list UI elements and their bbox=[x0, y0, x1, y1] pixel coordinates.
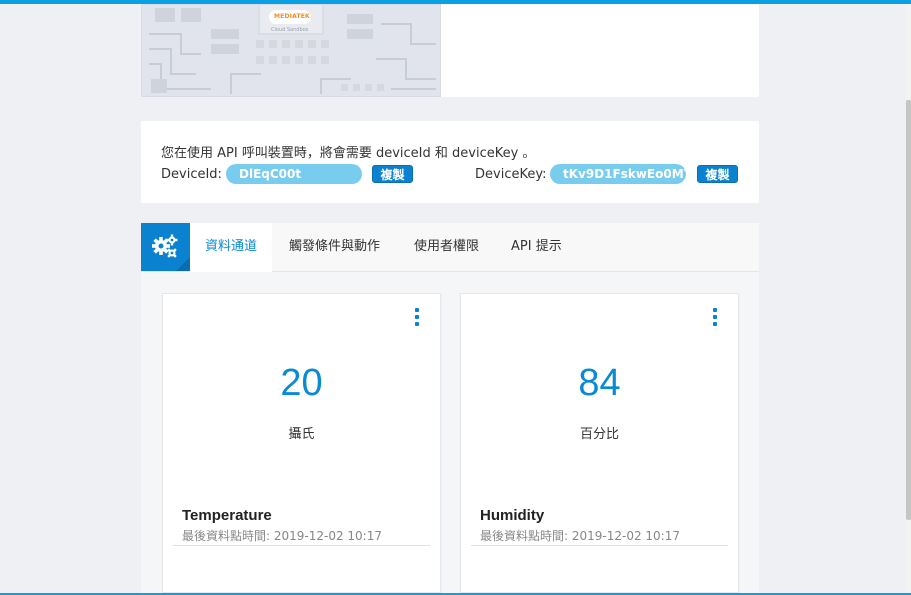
brand-sub-text: Cloud Sandbox bbox=[271, 27, 309, 33]
channel-value: 20 bbox=[280, 362, 323, 404]
tab-data-channels[interactable]: 資料通道 bbox=[190, 223, 272, 272]
channel-unit: 百分比 bbox=[579, 427, 619, 442]
channels-panel: 資料通道 觸發條件與動作 使用者權限 API 提示 20 攝氏 Temperat… bbox=[141, 223, 759, 595]
kebab-menu-icon[interactable] bbox=[710, 308, 720, 328]
kebab-menu-icon[interactable] bbox=[412, 308, 422, 328]
channel-value: 84 bbox=[578, 362, 621, 404]
device-key-label: DeviceKey: bbox=[475, 167, 547, 182]
gears-icon bbox=[141, 223, 190, 271]
copy-device-key-button[interactable]: 複製 bbox=[697, 165, 738, 183]
copy-device-id-button[interactable]: 複製 bbox=[372, 165, 413, 183]
credentials-info-text: 您在使用 API 呼叫裝置時，將會需要 deviceId 和 deviceKey… bbox=[161, 146, 536, 161]
channel-card-humidity[interactable]: 84 百分比 Humidity 最後資料點時間: 2019-12-02 10:1… bbox=[460, 293, 739, 593]
device-hero-card: MEDIATEK Cloud Sandbox bbox=[141, 4, 759, 97]
card-divider bbox=[173, 545, 430, 546]
device-id-value: DlEqC00t bbox=[226, 164, 362, 184]
channel-card-temperature[interactable]: 20 攝氏 Temperature 最後資料點時間: 2019-12-02 10… bbox=[162, 293, 441, 593]
channel-unit: 攝氏 bbox=[288, 427, 315, 442]
channel-name: Humidity bbox=[480, 507, 545, 524]
channel-last-update: 最後資料點時間: 2019-12-02 10:17 bbox=[480, 529, 680, 543]
device-key-value: tKv9D1FskwEo0MYl bbox=[550, 164, 686, 184]
device-id-label: DeviceId: bbox=[161, 167, 222, 182]
device-credentials-card: 您在使用 API 呼叫裝置時，將會需要 deviceId 和 deviceKey… bbox=[141, 121, 759, 203]
tab-triggers-actions[interactable]: 觸發條件與動作 bbox=[274, 223, 395, 271]
card-divider bbox=[471, 545, 728, 546]
tab-bar: 資料通道 觸發條件與動作 使用者權限 API 提示 bbox=[141, 223, 759, 272]
tab-api-hints[interactable]: API 提示 bbox=[496, 223, 577, 271]
channel-name: Temperature bbox=[182, 507, 272, 524]
device-board-image: MEDIATEK Cloud Sandbox bbox=[141, 4, 441, 97]
channel-last-update: 最後資料點時間: 2019-12-02 10:17 bbox=[182, 529, 382, 543]
scrollbar-thumb[interactable] bbox=[906, 100, 911, 520]
tab-user-permissions[interactable]: 使用者權限 bbox=[399, 223, 494, 271]
brand-logo-text: MEDIATEK bbox=[274, 13, 310, 20]
